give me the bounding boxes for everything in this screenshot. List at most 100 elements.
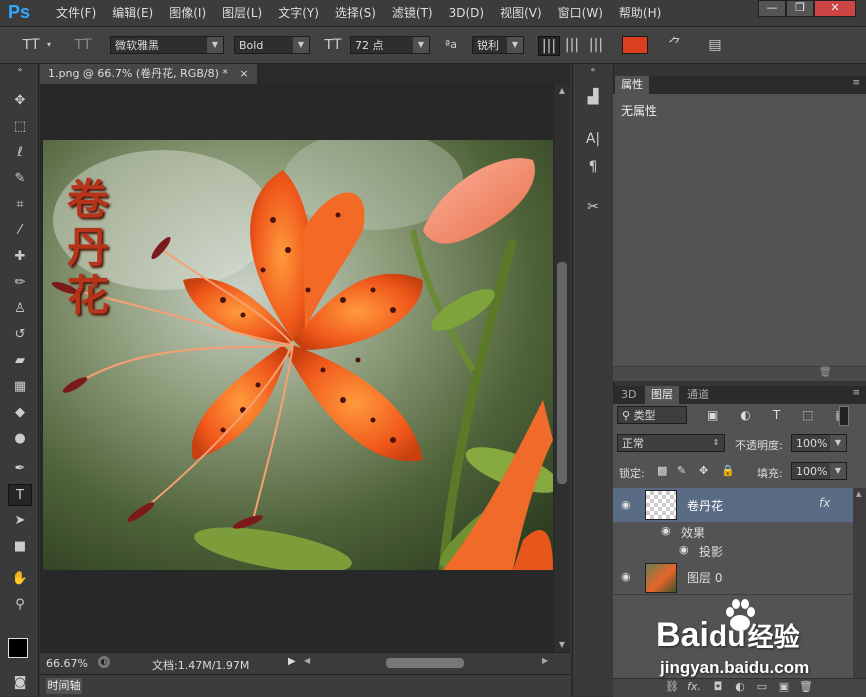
panel-menu-icon[interactable]: ≡ [852, 78, 860, 88]
hand-tool-icon[interactable]: ✋ [8, 568, 32, 590]
eyedropper-tool-icon[interactable]: ⁄ [8, 220, 32, 242]
vertical-scrollbar-thumb[interactable] [557, 262, 567, 484]
dodge-tool-icon[interactable]: ● [8, 428, 32, 450]
lock-position-icon[interactable]: ✥ [699, 464, 708, 477]
visibility-eye-icon[interactable]: ◉ [679, 543, 689, 556]
canvas-photo[interactable]: 卷 丹 花 [43, 140, 553, 570]
menu-3d[interactable]: 3D(D) [441, 5, 492, 21]
lock-image-icon[interactable]: ✎ [677, 464, 686, 477]
status-menu-arrow-icon[interactable]: ▶ [288, 656, 296, 667]
tab-layers[interactable]: 图层 [645, 386, 679, 404]
filter-pixel-icon[interactable]: ▣ [707, 408, 718, 422]
overlay-text-layer[interactable]: 卷 丹 花 [67, 176, 127, 320]
delete-icon[interactable]: 🗑 [819, 367, 832, 378]
lock-all-icon[interactable]: 🔒 [721, 464, 735, 477]
clone-stamp-tool-icon[interactable]: ♙ [8, 298, 32, 320]
scroll-right-icon[interactable]: ▶ [542, 656, 548, 665]
menu-file[interactable]: 文件(F) [48, 5, 104, 21]
history-brush-tool-icon[interactable]: ↺ [8, 324, 32, 346]
anti-alias-select[interactable]: 锐利 ▼ [472, 36, 524, 54]
menu-window[interactable]: 窗口(W) [550, 5, 611, 21]
align-right-icon[interactable]: ||| [586, 36, 606, 54]
warp-text-icon[interactable]: ⺈ [664, 36, 686, 54]
character-panel-icon[interactable]: ▤ [704, 36, 726, 54]
panel-menu-icon[interactable]: ≡ [852, 388, 860, 398]
dock-collapse-icon[interactable]: « [581, 64, 605, 76]
rectangle-tool-icon[interactable]: ■ [8, 536, 32, 558]
lock-transparency-icon[interactable]: ▩ [657, 464, 667, 477]
menu-help[interactable]: 帮助(H) [611, 5, 669, 21]
horizontal-scrollbar-thumb[interactable] [386, 658, 464, 668]
layer-row-background[interactable]: ◉ 图层 0 [613, 560, 853, 595]
eraser-tool-icon[interactable]: ▰ [8, 350, 32, 372]
layer-effects-row[interactable]: ◉ 效果 [613, 522, 853, 541]
crop-tool-icon[interactable]: ⌗ [8, 194, 32, 216]
opacity-field[interactable]: 100% ▼ [791, 434, 847, 452]
foreground-color-swatch[interactable] [8, 638, 28, 658]
visibility-eye-icon[interactable]: ◉ [621, 498, 631, 511]
close-button[interactable]: ✕ [814, 0, 856, 17]
menu-layer[interactable]: 图层(L) [214, 5, 270, 21]
zoom-tool-icon[interactable]: ⚲ [8, 594, 32, 616]
menu-edit[interactable]: 编辑(E) [104, 5, 161, 21]
type-tool-preset-icon[interactable]: ꓔT [20, 36, 42, 54]
font-size-select[interactable]: 72 点 ▼ [350, 36, 430, 54]
scroll-left-icon[interactable]: ◀ [304, 656, 310, 665]
restore-button[interactable]: ❐ [786, 0, 814, 17]
layer-row-text[interactable]: ◉ 卷丹花 fx [613, 488, 853, 523]
tab-properties[interactable]: 属性 [615, 76, 649, 94]
timeline-tab[interactable]: 时间轴 [46, 678, 82, 694]
scroll-up-icon[interactable]: ▲ [556, 86, 568, 95]
history-panel-icon[interactable]: ▟ [581, 86, 605, 108]
gradient-tool-icon[interactable]: ▦ [8, 376, 32, 398]
filter-adjustment-icon[interactable]: ◐ [740, 408, 750, 422]
filter-type-icon[interactable]: T [773, 408, 780, 422]
menu-image[interactable]: 图像(I) [161, 5, 214, 21]
move-tool-icon[interactable]: ✥ [8, 90, 32, 112]
scroll-up-icon[interactable]: ▲ [856, 490, 861, 498]
layer-effect-drop-shadow-row[interactable]: ◉ 投影 [613, 540, 853, 561]
align-center-icon[interactable]: ||| [562, 36, 582, 54]
tab-3d[interactable]: 3D [615, 386, 642, 404]
visibility-eye-icon[interactable]: ◉ [661, 524, 671, 537]
lasso-tool-icon[interactable]: ℓ [8, 142, 32, 164]
zoom-level[interactable]: 66.67% [46, 657, 88, 670]
type-tool-icon[interactable]: T [8, 484, 32, 506]
filter-shape-icon[interactable]: ⬚ [802, 408, 813, 422]
fill-field[interactable]: 100% ▼ [791, 462, 847, 480]
tool-presets-icon[interactable]: ✂ [581, 196, 605, 218]
scroll-down-icon[interactable]: ▼ [556, 640, 568, 649]
minimize-button[interactable]: — [758, 0, 786, 17]
layer-name[interactable]: 卷丹花 [687, 497, 723, 514]
quick-selection-tool-icon[interactable]: ✎ [8, 168, 32, 190]
menu-view[interactable]: 视图(V) [492, 5, 550, 21]
tab-channels[interactable]: 通道 [681, 386, 715, 404]
blur-tool-icon[interactable]: ◆ [8, 402, 32, 424]
healing-brush-tool-icon[interactable]: ✚ [8, 246, 32, 268]
toolbar-collapse-icon[interactable]: » [8, 64, 32, 76]
align-left-icon[interactable]: ||| [538, 36, 560, 56]
font-style-select[interactable]: Bold ▼ [234, 36, 310, 54]
preset-chevron-down-icon[interactable]: ▾ [44, 36, 54, 54]
text-orientation-icon[interactable]: ꓔT [72, 36, 94, 54]
close-tab-icon[interactable]: × [239, 67, 248, 80]
blend-mode-select[interactable]: 正常 ⇕ [617, 434, 725, 452]
character-panel-icon[interactable]: A| [581, 128, 605, 150]
layer-filter-select[interactable]: ⚲ 类型 [617, 406, 687, 424]
status-info-icon[interactable]: ◐ [98, 656, 110, 668]
visibility-eye-icon[interactable]: ◉ [621, 570, 631, 583]
quick-mask-icon[interactable]: ◙ [8, 672, 32, 694]
paragraph-panel-icon[interactable]: ¶ [581, 156, 605, 178]
menu-type[interactable]: 文字(Y) [270, 5, 327, 21]
layer-fx-badge[interactable]: fx [819, 496, 830, 510]
menu-select[interactable]: 选择(S) [327, 5, 384, 21]
filter-toggle[interactable] [839, 406, 849, 426]
document-tab[interactable]: 1.png @ 66.7% (卷丹花, RGB/8) * × [40, 64, 257, 84]
path-selection-tool-icon[interactable]: ➤ [8, 510, 32, 532]
text-color-swatch[interactable] [622, 36, 648, 54]
pen-tool-icon[interactable]: ✒ [8, 458, 32, 480]
menu-filter[interactable]: 滤镜(T) [384, 5, 441, 21]
marquee-tool-icon[interactable]: ⬚ [8, 116, 32, 138]
font-family-select[interactable]: 微软雅黑 ▼ [110, 36, 224, 54]
layer-name[interactable]: 图层 0 [687, 569, 722, 586]
